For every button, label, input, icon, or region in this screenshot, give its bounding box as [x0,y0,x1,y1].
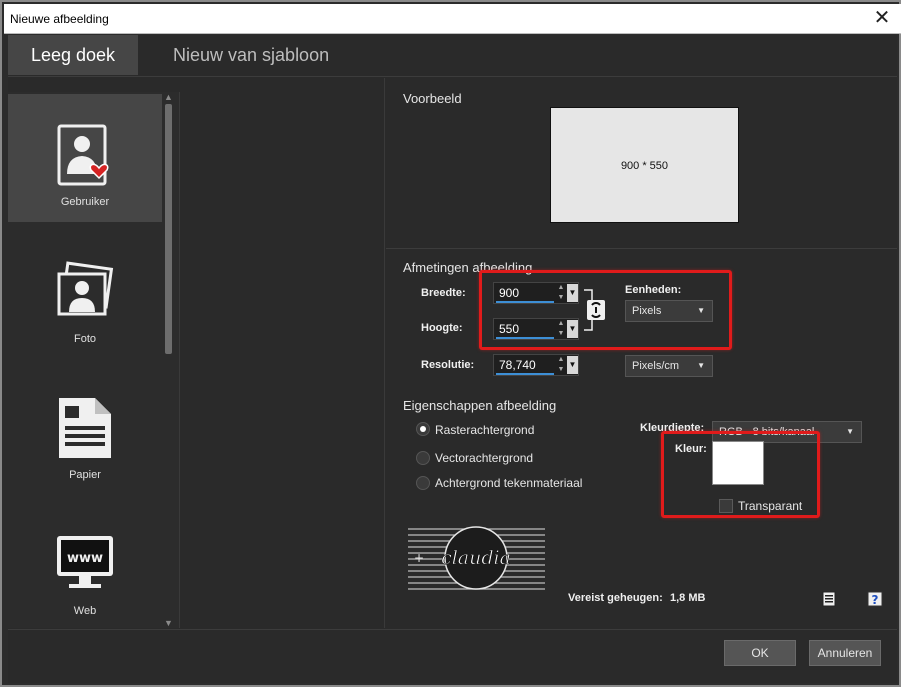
spin-arrows-icon[interactable]: ▲ ▼ [556,319,566,339]
svg-text:www: www [67,551,103,566]
svg-text:claudia: claudia [441,547,511,569]
dropdown-arrow-icon[interactable]: ▼ [567,284,578,302]
width-input[interactable] [494,283,554,303]
spin-arrows-icon[interactable]: ▲ ▼ [556,283,566,303]
transparent-label[interactable]: Transparant [738,499,802,513]
dropdown-arrow-icon[interactable]: ▼ [567,356,578,374]
dialog-footer: OK Annuleren [8,629,897,683]
close-icon[interactable]: ✕ [871,7,893,29]
properties-title: Eigenschappen afbeelding [403,398,557,413]
title-bar: Nieuwe afbeelding ✕ [4,4,901,34]
chevron-down-icon: ▼ [697,306,705,315]
sidebar-scrollbar[interactable]: ▲ ▼ [163,92,174,628]
radio-vector[interactable] [416,451,430,465]
resolution-label: Resolutie: [421,359,475,371]
help-icon[interactable]: ? [867,591,883,607]
height-input[interactable] [494,319,554,339]
sidebar-item-label: Foto [73,333,96,345]
width-label: Breedte: [421,287,466,299]
memory-value: 1,8 MB [670,592,706,604]
window-title: Nieuwe afbeelding [10,12,109,26]
width-spinner[interactable]: ▲▼ ▼ [493,282,579,304]
preset-sidebar: Gebruiker Foto Papier www Web ▲ ▼ [8,92,180,628]
sidebar-item-papier[interactable]: Papier [8,366,162,494]
chevron-down-icon: ▼ [697,361,705,370]
radio-art-media-label[interactable]: Achtergrond tekenmateriaal [435,476,582,490]
input-underline [496,337,554,339]
sidebar-item-web[interactable]: www Web [8,502,162,628]
color-label: Kleur: [675,443,707,455]
ok-button[interactable]: OK [724,640,796,666]
height-spinner[interactable]: ▲▼ ▼ [493,318,579,340]
scroll-thumb[interactable] [165,104,172,354]
radio-raster-label[interactable]: Rasterachtergrond [435,423,534,437]
transparent-checkbox[interactable] [719,499,733,513]
resolution-spinner[interactable]: ▲▼ ▼ [493,354,579,376]
input-underline [496,373,554,375]
sidebar-item-label: Gebruiker [60,196,110,208]
sidebar-item-label: Papier [69,469,101,481]
link-aspect-icon[interactable] [582,288,606,332]
chevron-down-icon: ▼ [846,427,854,436]
claudia-watermark-logo: claudia + [408,526,545,590]
input-underline [496,301,554,303]
photo-icon [57,261,114,316]
units-dropdown[interactable]: Pixels ▼ [625,300,713,322]
tab-nieuw-van-sjabloon[interactable]: Nieuw van sjabloon [151,35,351,75]
paper-icon [59,398,111,458]
settings-panel: Voorbeeld 900 * 550 Afmetingen afbeeldin… [386,78,897,628]
cancel-button[interactable]: Annuleren [809,640,881,666]
dialog-window: Nieuwe afbeelding ✕ Leeg doek Nieuw van … [0,0,901,687]
web-monitor-icon: www [57,536,113,588]
user-heart-icon [57,124,109,186]
radio-art-media[interactable] [416,476,430,490]
spin-arrows-icon[interactable]: ▲ ▼ [556,355,566,375]
color-swatch[interactable] [712,441,764,485]
svg-text:+: + [414,551,424,565]
sidebar-item-label: Web [73,605,97,617]
resolution-units-dropdown[interactable]: Pixels/cm ▼ [625,355,713,377]
radio-vector-label[interactable]: Vectorachtergrond [435,451,533,465]
divider [386,248,897,249]
document-info-icon[interactable] [821,591,837,607]
sidebar-item-gebruiker[interactable]: Gebruiker [8,94,162,222]
sidebar-item-foto[interactable]: Foto [8,230,162,358]
tab-leeg-doek[interactable]: Leeg doek [8,35,138,75]
dropdown-arrow-icon[interactable]: ▼ [567,320,578,338]
dialog-body: Leeg doek Nieuw van sjabloon Gebruiker F… [8,35,897,683]
scroll-down-icon[interactable]: ▼ [163,618,174,628]
preview-canvas: 900 * 550 [550,107,739,223]
units-label: Eenheden: [625,284,682,296]
height-label: Hoogte: [421,322,463,334]
resolution-units-value: Pixels/cm [632,360,680,372]
resolution-input[interactable] [494,355,554,375]
tab-bar: Leeg doek Nieuw van sjabloon [8,35,897,77]
scroll-up-icon[interactable]: ▲ [163,92,174,102]
svg-text:?: ? [872,593,879,607]
template-list-area [181,78,385,628]
memory-label: Vereist geheugen: [568,592,663,604]
preview-title: Voorbeeld [403,91,462,106]
units-value: Pixels [632,305,662,317]
radio-raster[interactable] [416,422,430,436]
